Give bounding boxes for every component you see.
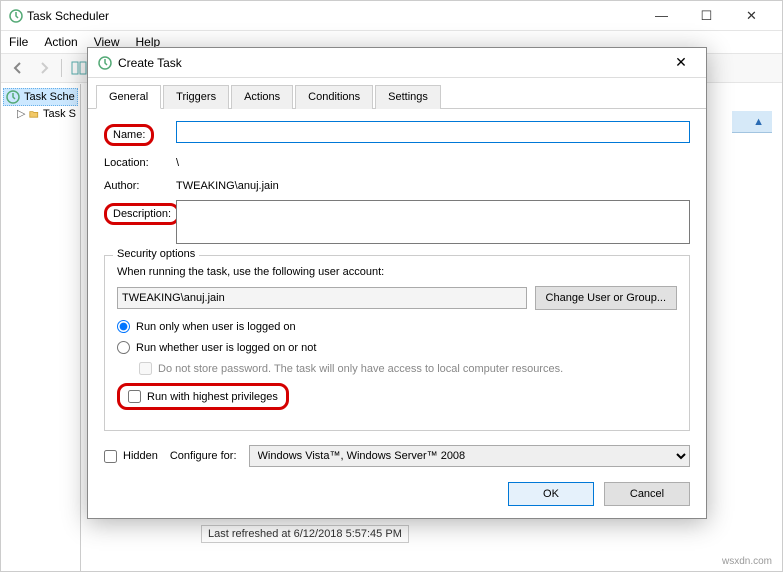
tree-root[interactable]: Task Sche bbox=[3, 88, 78, 106]
security-options-group: Security options When running the task, … bbox=[104, 255, 690, 431]
security-legend: Security options bbox=[113, 248, 199, 260]
configure-for-label: Configure for: bbox=[170, 450, 237, 462]
author-value: TWEAKING\anuj.jain bbox=[176, 177, 690, 192]
status-text: Last refreshed at 6/12/2018 5:57:45 PM bbox=[201, 525, 409, 543]
actions-pane-header[interactable]: ▲ bbox=[732, 111, 772, 133]
clock-icon bbox=[6, 90, 20, 104]
tree-child[interactable]: ▷ Task S bbox=[3, 106, 78, 121]
name-input[interactable] bbox=[176, 121, 690, 143]
check-no-password bbox=[139, 362, 152, 375]
tree-root-label: Task Sche bbox=[24, 91, 75, 103]
folder-icon bbox=[29, 108, 39, 120]
configure-for-select[interactable]: Windows Vista™, Windows Server™ 2008 bbox=[249, 445, 690, 467]
clock-icon bbox=[9, 9, 23, 23]
window-title: Task Scheduler bbox=[23, 9, 639, 23]
location-value: \ bbox=[176, 154, 690, 169]
dialog-title: Create Task bbox=[112, 56, 666, 70]
tab-actions[interactable]: Actions bbox=[231, 85, 293, 109]
task-scheduler-window: Task Scheduler — ☐ ✕ File Action View He… bbox=[0, 0, 783, 572]
menu-file[interactable]: File bbox=[9, 35, 28, 49]
radio-logged-on-label: Run only when user is logged on bbox=[136, 321, 296, 333]
tab-general[interactable]: General bbox=[96, 85, 161, 109]
maximize-button[interactable]: ☐ bbox=[684, 2, 729, 30]
radio-whether-label: Run whether user is logged on or not bbox=[136, 342, 316, 354]
titlebar: Task Scheduler — ☐ ✕ bbox=[1, 1, 782, 31]
check-highest-privileges-label: Run with highest privileges bbox=[147, 391, 278, 403]
check-highest-privileges[interactable] bbox=[128, 390, 141, 403]
description-label: Description: bbox=[104, 200, 176, 225]
tree-pane: Task Sche ▷ Task S bbox=[1, 84, 81, 571]
back-button[interactable] bbox=[7, 57, 29, 79]
attribution: wsxdn.com bbox=[722, 556, 772, 567]
toolbar-separator bbox=[61, 59, 62, 77]
tab-conditions[interactable]: Conditions bbox=[295, 85, 373, 109]
tab-settings[interactable]: Settings bbox=[375, 85, 441, 109]
user-account-field bbox=[117, 287, 527, 309]
check-no-password-label: Do not store password. The task will onl… bbox=[158, 363, 563, 375]
clock-icon bbox=[98, 56, 112, 70]
tree-child-label: Task S bbox=[43, 108, 76, 120]
check-hidden[interactable] bbox=[104, 450, 117, 463]
dialog-close-button[interactable]: ✕ bbox=[666, 51, 696, 75]
ok-button[interactable]: OK bbox=[508, 482, 594, 506]
radio-whether[interactable] bbox=[117, 341, 130, 354]
minimize-button[interactable]: — bbox=[639, 2, 684, 30]
tab-body-general: Name: Location: \ Author: TWEAKING\anuj.… bbox=[88, 109, 706, 475]
menu-action[interactable]: Action bbox=[44, 35, 77, 49]
change-user-button[interactable]: Change User or Group... bbox=[535, 286, 677, 310]
forward-button[interactable] bbox=[33, 57, 55, 79]
description-input[interactable] bbox=[176, 200, 690, 244]
expand-icon[interactable]: ▷ bbox=[17, 107, 25, 120]
dialog-titlebar: Create Task ✕ bbox=[88, 48, 706, 78]
tab-strip: General Triggers Actions Conditions Sett… bbox=[88, 78, 706, 109]
author-label: Author: bbox=[104, 177, 176, 192]
close-button[interactable]: ✕ bbox=[729, 2, 774, 30]
security-prompt: When running the task, use the following… bbox=[117, 266, 677, 278]
check-hidden-label: Hidden bbox=[123, 450, 158, 462]
name-label: Name: bbox=[104, 121, 176, 146]
radio-logged-on[interactable] bbox=[117, 320, 130, 333]
location-label: Location: bbox=[104, 154, 176, 169]
create-task-dialog: Create Task ✕ General Triggers Actions C… bbox=[87, 47, 707, 519]
tab-triggers[interactable]: Triggers bbox=[163, 85, 229, 109]
collapse-icon: ▲ bbox=[753, 116, 764, 128]
cancel-button[interactable]: Cancel bbox=[604, 482, 690, 506]
